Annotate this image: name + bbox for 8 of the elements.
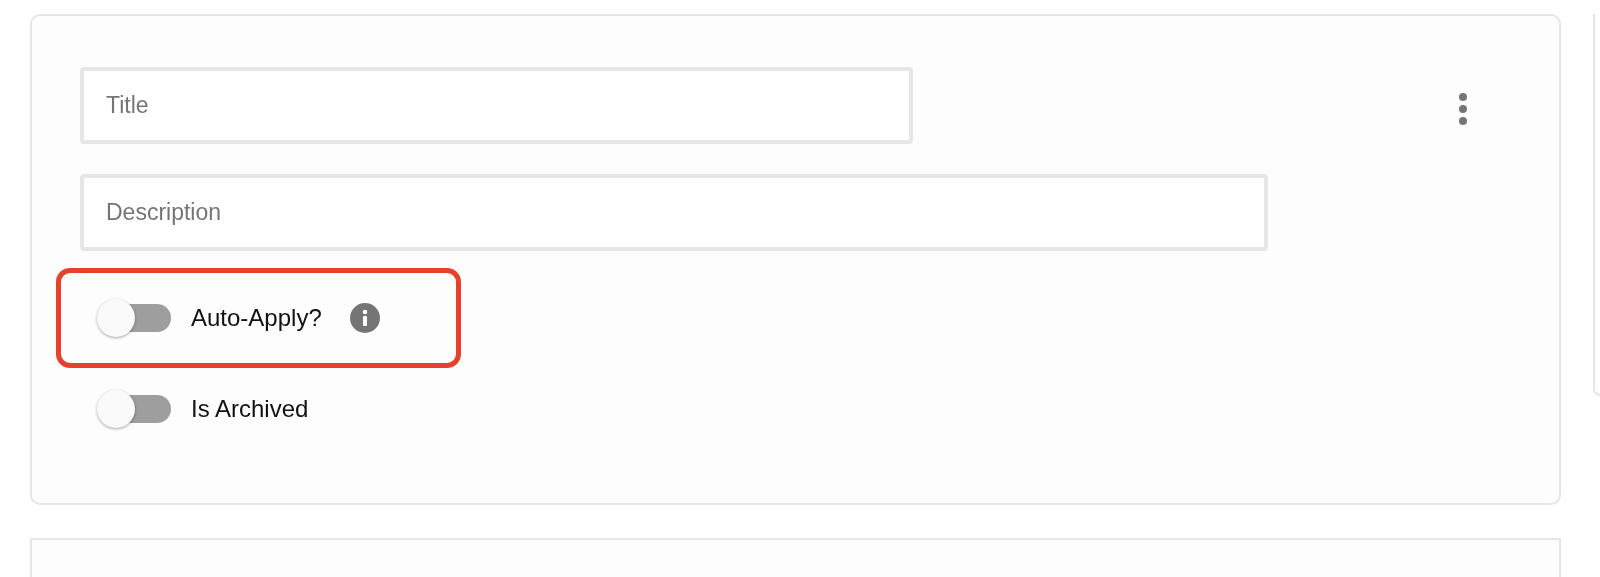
info-icon[interactable] — [349, 303, 380, 333]
more-options-icon[interactable] — [1458, 93, 1468, 125]
toggle-switch[interactable] — [97, 298, 171, 338]
title-field[interactable]: Title — [80, 67, 913, 144]
toggle-label: Auto-Apply? — [191, 303, 322, 333]
toggle-label: Is Archived — [191, 394, 309, 424]
toggle-switch[interactable] — [97, 389, 171, 429]
description-field[interactable]: Description — [80, 174, 1268, 251]
